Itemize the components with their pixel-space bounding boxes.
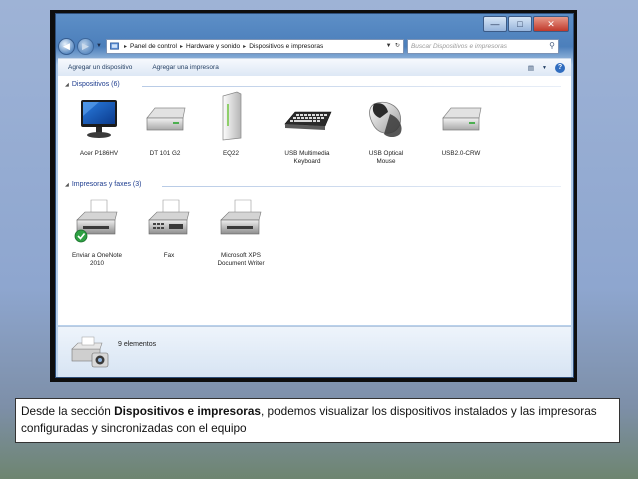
- breadcrumb-hardware-sound[interactable]: Hardware y sonido: [186, 43, 240, 50]
- caption-text-bold: Dispositivos e impresoras: [114, 404, 261, 418]
- caption-text-pre: Desde la sección: [21, 404, 115, 418]
- devices-group-header[interactable]: ◢ Dispositivos (6): [65, 81, 120, 88]
- navigation-bar: ◀ ▶ ▼ ▸ Panel de control ▸ Hardware y so…: [58, 36, 571, 56]
- minimize-icon: —: [490, 18, 500, 29]
- printer-label: Fax: [163, 252, 175, 259]
- device-label: DT 101 G2: [149, 150, 181, 157]
- window-caption-buttons: — □ ✕: [482, 16, 569, 32]
- printers-group-title: Impresoras y faxes (3): [71, 181, 142, 188]
- printers-group-header[interactable]: ◢ Impresoras y faxes (3): [65, 181, 142, 188]
- external-drive-icon: [222, 91, 242, 141]
- add-device-button[interactable]: Agregar un dispositivo: [68, 64, 132, 71]
- device-item-external-drive[interactable]: EQ22: [200, 88, 262, 158]
- back-button[interactable]: ◀: [58, 37, 75, 55]
- command-bar: Agregar un dispositivo Agregar una impre…: [58, 58, 571, 77]
- device-label: USB2.0-CRW: [441, 150, 481, 157]
- back-arrow-icon: ◀: [63, 40, 70, 51]
- help-icon[interactable]: ?: [555, 62, 565, 73]
- device-label: Acer P186HV: [79, 150, 119, 157]
- collapse-triangle-icon[interactable]: ◢: [65, 82, 69, 88]
- printer-item-xps[interactable]: Microsoft XPS Document Writer: [210, 196, 272, 268]
- printer-default-icon: [74, 199, 118, 243]
- devices-and-printers-window: — □ ✕ ◀ ▶ ▼ ▸ Panel de control ▸ Hardwar…: [55, 13, 574, 378]
- change-view-icon[interactable]: ▤: [528, 64, 534, 72]
- group-divider: [142, 86, 561, 87]
- printer-label: Enviar a OneNote 2010: [71, 252, 123, 267]
- printer-item-fax[interactable]: Fax: [138, 196, 200, 260]
- close-button[interactable]: ✕: [533, 16, 569, 32]
- device-item-monitor[interactable]: Acer P186HV: [68, 94, 130, 158]
- device-item-card-reader[interactable]: USB2.0-CRW: [430, 94, 492, 158]
- device-label: USB Multimedia Keyboard: [284, 150, 330, 165]
- monitor-icon: [81, 100, 117, 138]
- device-item-mouse[interactable]: USB Optical Mouse: [355, 94, 417, 166]
- forward-arrow-icon: ▶: [82, 40, 89, 51]
- maximize-button[interactable]: □: [508, 16, 532, 32]
- search-placeholder: Buscar Dispositivos e impresoras: [410, 42, 508, 50]
- device-label: EQ22: [222, 150, 240, 157]
- fax-icon: [148, 199, 190, 235]
- address-dropdown-refresh[interactable]: ▼ ↻: [386, 42, 400, 49]
- slide-caption: Desde la sección Dispositivos e impresor…: [15, 398, 620, 443]
- item-count: 9 elementos: [118, 341, 157, 348]
- usb-drive-icon: [146, 107, 186, 131]
- printer-label: Microsoft XPS Document Writer: [217, 252, 265, 267]
- view-controls: ▤ ▼ ?: [520, 62, 565, 73]
- breadcrumb-separator: ▸: [123, 43, 127, 50]
- breadcrumb-separator: ▸: [243, 43, 247, 50]
- add-printer-button[interactable]: Agregar una impresora: [152, 64, 218, 71]
- device-label: USB Optical Mouse: [368, 150, 404, 165]
- maximize-icon: □: [517, 18, 523, 29]
- devices-content-pane: ◢ Dispositivos (6) Acer P186HV DT 101 G2…: [58, 76, 571, 325]
- address-bar[interactable]: ▸ Panel de control ▸ Hardware y sonido ▸…: [105, 38, 404, 54]
- view-options-dropdown[interactable]: ▼: [542, 65, 547, 71]
- devices-printers-icon: [71, 336, 109, 368]
- device-item-keyboard[interactable]: USB Multimedia Keyboard: [276, 94, 338, 166]
- devices-group-title: Dispositivos (6): [71, 81, 120, 88]
- mouse-icon: [369, 101, 402, 137]
- control-panel-icon: [110, 42, 119, 50]
- breadcrumb-devices-printers[interactable]: Dispositivos e impresoras: [249, 43, 323, 50]
- minimize-button[interactable]: —: [483, 16, 507, 32]
- printer-item-onenote[interactable]: Enviar a OneNote 2010: [66, 196, 128, 268]
- collapse-triangle-icon[interactable]: ◢: [65, 182, 69, 188]
- forward-button[interactable]: ▶: [77, 37, 94, 55]
- breadcrumb-control-panel[interactable]: Panel de control: [130, 43, 177, 50]
- device-item-usb-drive[interactable]: DT 101 G2: [134, 94, 196, 158]
- keyboard-icon: [284, 111, 332, 130]
- search-input[interactable]: Buscar Dispositivos e impresoras ⚲: [406, 38, 559, 54]
- breadcrumb-separator: ▸: [179, 43, 183, 50]
- details-pane: 9 elementos: [58, 326, 571, 377]
- search-icon[interactable]: ⚲: [549, 41, 555, 50]
- card-reader-icon: [442, 107, 482, 131]
- recent-pages-dropdown[interactable]: ▼: [96, 43, 102, 49]
- printer-icon: [220, 199, 262, 235]
- group-divider: [162, 186, 561, 187]
- close-icon: ✕: [547, 18, 555, 29]
